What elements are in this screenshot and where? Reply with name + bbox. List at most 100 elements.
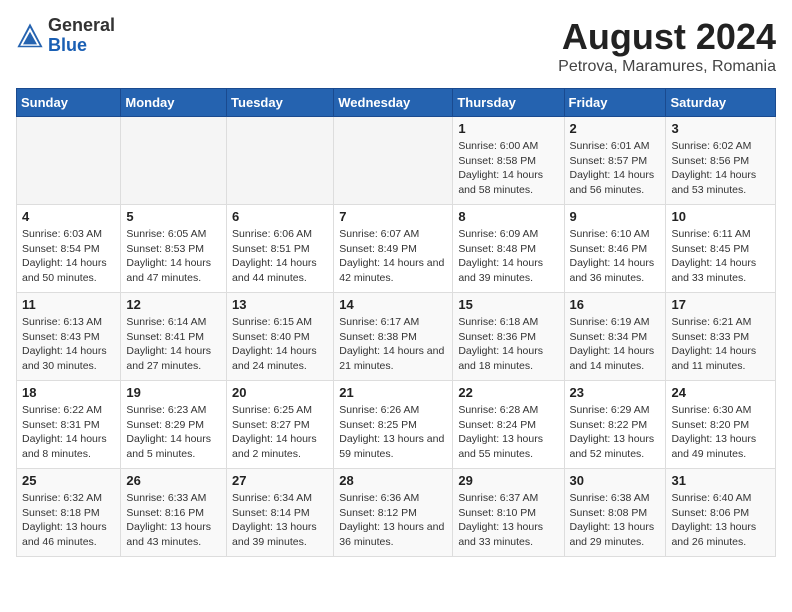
header-day-wednesday: Wednesday <box>334 89 453 117</box>
header-day-monday: Monday <box>121 89 227 117</box>
day-info: Sunrise: 6:40 AMSunset: 8:06 PMDaylight:… <box>671 491 770 550</box>
day-number: 7 <box>339 209 447 224</box>
subtitle: Petrova, Maramures, Romania <box>558 58 776 76</box>
day-number: 1 <box>458 121 558 136</box>
header-row: SundayMondayTuesdayWednesdayThursdayFrid… <box>17 89 776 117</box>
calendar-cell: 20 Sunrise: 6:25 AMSunset: 8:27 PMDayligh… <box>227 381 334 469</box>
day-number: 24 <box>671 385 770 400</box>
day-number: 20 <box>232 385 328 400</box>
day-info: Sunrise: 6:14 AMSunset: 8:41 PMDaylight:… <box>126 315 221 374</box>
calendar-cell: 14 Sunrise: 6:17 AMSunset: 8:38 PMDayligh… <box>334 293 453 381</box>
calendar-cell: 5Sunrise: 6:05 AMSunset: 8:53 PMDaylight… <box>121 205 227 293</box>
day-info: Sunrise: 6:30 AMSunset: 8:20 PMDaylight:… <box>671 403 770 462</box>
day-info: Sunrise: 6:32 AMSunset: 8:18 PMDaylight:… <box>22 491 115 550</box>
day-info: Sunrise: 6:36 AMSunset: 8:12 PMDaylight:… <box>339 491 447 550</box>
calendar-cell: 25 Sunrise: 6:32 AMSunset: 8:18 PMDayligh… <box>17 469 121 557</box>
day-number: 8 <box>458 209 558 224</box>
header-day-friday: Friday <box>564 89 666 117</box>
day-info: Sunrise: 6:17 AMSunset: 8:38 PMDaylight:… <box>339 315 447 374</box>
day-info: Sunrise: 6:13 AMSunset: 8:43 PMDaylight:… <box>22 315 115 374</box>
calendar-cell: 30 Sunrise: 6:38 AMSunset: 8:08 PMDayligh… <box>564 469 666 557</box>
main-title: August 2024 <box>558 16 776 58</box>
day-info: Sunrise: 6:26 AMSunset: 8:25 PMDaylight:… <box>339 403 447 462</box>
header-day-tuesday: Tuesday <box>227 89 334 117</box>
header-day-saturday: Saturday <box>666 89 776 117</box>
calendar-cell: 3 Sunrise: 6:02 AMSunset: 8:56 PMDaylight… <box>666 117 776 205</box>
week-row-3: 11Sunrise: 6:13 AMSunset: 8:43 PMDayligh… <box>17 293 776 381</box>
calendar-cell: 21 Sunrise: 6:26 AMSunset: 8:25 PMDayligh… <box>334 381 453 469</box>
day-info: Sunrise: 6:23 AMSunset: 8:29 PMDaylight:… <box>126 403 221 462</box>
calendar-cell <box>334 117 453 205</box>
day-info: Sunrise: 6:07 AMSunset: 8:49 PMDaylight:… <box>339 227 447 286</box>
day-info: Sunrise: 6:34 AMSunset: 8:14 PMDaylight:… <box>232 491 328 550</box>
day-info: Sunrise: 6:01 AMSunset: 8:57 PMDaylight:… <box>570 139 661 198</box>
week-row-1: 1Sunrise: 6:00 AMSunset: 8:58 PMDaylight… <box>17 117 776 205</box>
calendar-cell: 12 Sunrise: 6:14 AMSunset: 8:41 PMDayligh… <box>121 293 227 381</box>
day-number: 21 <box>339 385 447 400</box>
calendar-cell: 23 Sunrise: 6:29 AMSunset: 8:22 PMDayligh… <box>564 381 666 469</box>
calendar-header: SundayMondayTuesdayWednesdayThursdayFrid… <box>17 89 776 117</box>
calendar-cell: 24 Sunrise: 6:30 AMSunset: 8:20 PMDayligh… <box>666 381 776 469</box>
calendar-cell: 17Sunrise: 6:21 AMSunset: 8:33 PMDayligh… <box>666 293 776 381</box>
day-number: 12 <box>126 297 221 312</box>
day-info: Sunrise: 6:09 AMSunset: 8:48 PMDaylight:… <box>458 227 558 286</box>
header-day-sunday: Sunday <box>17 89 121 117</box>
calendar-cell <box>121 117 227 205</box>
day-info: Sunrise: 6:37 AMSunset: 8:10 PMDaylight:… <box>458 491 558 550</box>
day-number: 23 <box>570 385 661 400</box>
day-info: Sunrise: 6:18 AMSunset: 8:36 PMDaylight:… <box>458 315 558 374</box>
logo-blue-text: Blue <box>48 36 115 56</box>
logo: General Blue <box>16 16 115 56</box>
calendar-cell <box>17 117 121 205</box>
day-info: Sunrise: 6:03 AMSunset: 8:54 PMDaylight:… <box>22 227 115 286</box>
day-info: Sunrise: 6:22 AMSunset: 8:31 PMDaylight:… <box>22 403 115 462</box>
day-number: 18 <box>22 385 115 400</box>
calendar-cell: 2 Sunrise: 6:01 AMSunset: 8:57 PMDaylight… <box>564 117 666 205</box>
calendar-cell: 11Sunrise: 6:13 AMSunset: 8:43 PMDayligh… <box>17 293 121 381</box>
calendar-cell: 13Sunrise: 6:15 AMSunset: 8:40 PMDayligh… <box>227 293 334 381</box>
calendar-cell: 6Sunrise: 6:06 AMSunset: 8:51 PMDaylight… <box>227 205 334 293</box>
calendar-cell: 4Sunrise: 6:03 AMSunset: 8:54 PMDaylight… <box>17 205 121 293</box>
calendar-cell: 8 Sunrise: 6:09 AMSunset: 8:48 PMDaylight… <box>453 205 564 293</box>
calendar-cell: 31Sunrise: 6:40 AMSunset: 8:06 PMDayligh… <box>666 469 776 557</box>
header-day-thursday: Thursday <box>453 89 564 117</box>
day-number: 30 <box>570 473 661 488</box>
calendar-cell: 29Sunrise: 6:37 AMSunset: 8:10 PMDayligh… <box>453 469 564 557</box>
day-info: Sunrise: 6:33 AMSunset: 8:16 PMDaylight:… <box>126 491 221 550</box>
day-number: 2 <box>570 121 661 136</box>
logo-icon <box>16 22 44 50</box>
logo-general-text: General <box>48 16 115 36</box>
day-number: 17 <box>671 297 770 312</box>
day-number: 10 <box>671 209 770 224</box>
day-number: 15 <box>458 297 558 312</box>
day-info: Sunrise: 6:38 AMSunset: 8:08 PMDaylight:… <box>570 491 661 550</box>
day-info: Sunrise: 6:19 AMSunset: 8:34 PMDaylight:… <box>570 315 661 374</box>
day-number: 14 <box>339 297 447 312</box>
calendar-cell: 22Sunrise: 6:28 AMSunset: 8:24 PMDayligh… <box>453 381 564 469</box>
week-row-4: 18 Sunrise: 6:22 AMSunset: 8:31 PMDayligh… <box>17 381 776 469</box>
calendar-body: 1Sunrise: 6:00 AMSunset: 8:58 PMDaylight… <box>17 117 776 557</box>
day-info: Sunrise: 6:28 AMSunset: 8:24 PMDaylight:… <box>458 403 558 462</box>
calendar-cell: 19Sunrise: 6:23 AMSunset: 8:29 PMDayligh… <box>121 381 227 469</box>
calendar-cell <box>227 117 334 205</box>
title-area: August 2024 Petrova, Maramures, Romania <box>558 16 776 76</box>
header: General Blue August 2024 Petrova, Maramu… <box>16 16 776 76</box>
day-number: 13 <box>232 297 328 312</box>
calendar-cell: 9Sunrise: 6:10 AMSunset: 8:46 PMDaylight… <box>564 205 666 293</box>
day-number: 3 <box>671 121 770 136</box>
week-row-5: 25 Sunrise: 6:32 AMSunset: 8:18 PMDayligh… <box>17 469 776 557</box>
calendar-cell: 18 Sunrise: 6:22 AMSunset: 8:31 PMDayligh… <box>17 381 121 469</box>
calendar-cell: 16Sunrise: 6:19 AMSunset: 8:34 PMDayligh… <box>564 293 666 381</box>
day-info: Sunrise: 6:29 AMSunset: 8:22 PMDaylight:… <box>570 403 661 462</box>
day-number: 5 <box>126 209 221 224</box>
calendar-cell: 15 Sunrise: 6:18 AMSunset: 8:36 PMDayligh… <box>453 293 564 381</box>
day-number: 27 <box>232 473 328 488</box>
day-info: Sunrise: 6:06 AMSunset: 8:51 PMDaylight:… <box>232 227 328 286</box>
calendar-cell: 27 Sunrise: 6:34 AMSunset: 8:14 PMDayligh… <box>227 469 334 557</box>
logo-text: General Blue <box>48 16 115 56</box>
week-row-2: 4Sunrise: 6:03 AMSunset: 8:54 PMDaylight… <box>17 205 776 293</box>
day-number: 25 <box>22 473 115 488</box>
calendar-cell: 1Sunrise: 6:00 AMSunset: 8:58 PMDaylight… <box>453 117 564 205</box>
day-info: Sunrise: 6:25 AMSunset: 8:27 PMDaylight:… <box>232 403 328 462</box>
day-info: Sunrise: 6:02 AMSunset: 8:56 PMDaylight:… <box>671 139 770 198</box>
